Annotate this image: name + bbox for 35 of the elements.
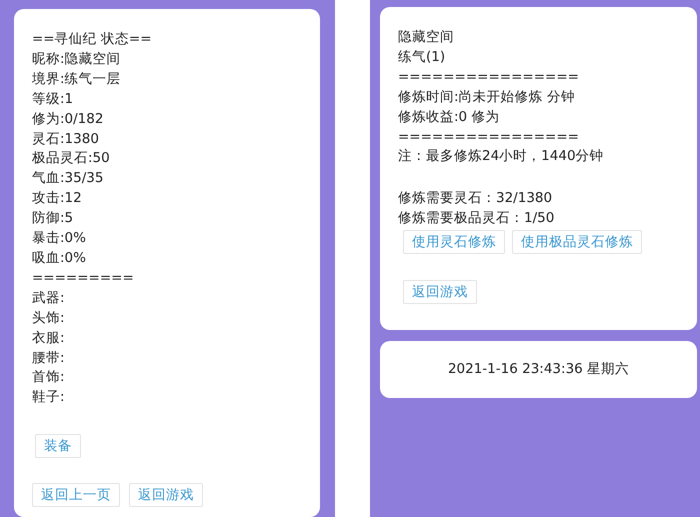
cultivation-line: 修炼收益:0 修为 bbox=[398, 108, 500, 127]
clock-text: 2021-1-16 23:43:36 星期六 bbox=[448, 360, 630, 379]
status-line: ========= bbox=[32, 268, 135, 288]
status-line: 防御:5 bbox=[32, 209, 74, 228]
cultivation-line: ================ bbox=[398, 128, 580, 147]
status-line: 暴击:0% bbox=[32, 229, 87, 248]
status-line: 衣服: bbox=[32, 328, 66, 348]
cultivation-line: ================ bbox=[398, 68, 580, 87]
status-line: ==寻仙纪 状态== bbox=[32, 30, 153, 49]
nav-button[interactable]: 返回游戏 bbox=[129, 483, 203, 508]
status-line: 头饰: bbox=[32, 308, 66, 328]
cultivate-button[interactable]: 使用极品灵石修炼 bbox=[512, 230, 642, 254]
cultivation-line: 练气(1) bbox=[398, 48, 446, 67]
status-line: 吸血:0% bbox=[32, 248, 87, 268]
cultivate-button[interactable]: 使用灵石修炼 bbox=[403, 230, 505, 254]
status-line: 气血:35/35 bbox=[32, 169, 104, 188]
cultivation-line: 隐藏空间 bbox=[398, 28, 455, 47]
cost-line: 修炼需要灵石：32/1380 bbox=[398, 189, 554, 208]
status-line: 昵称:隐藏空间 bbox=[32, 50, 122, 69]
cultivation-line: 修炼时间:尚未开始修炼 分钟 bbox=[398, 88, 576, 107]
status-line: 极品灵石:50 bbox=[32, 149, 111, 168]
cost-line: 修炼需要极品灵石：1/50 bbox=[398, 209, 556, 228]
status-line: 攻击:12 bbox=[32, 189, 83, 208]
status-line: 腰带: bbox=[32, 348, 66, 368]
cultivation-line: 注：最多修炼24小时，1440分钟 bbox=[398, 147, 605, 166]
nav-button[interactable]: 返回上一页 bbox=[32, 483, 120, 508]
status-line: 灵石:1380 bbox=[32, 130, 100, 149]
status-line: 修为:0/182 bbox=[32, 110, 104, 129]
back-button[interactable]: 返回游戏 bbox=[403, 280, 477, 304]
status-line: 首饰: bbox=[32, 368, 66, 388]
equip-button[interactable]: 装备 bbox=[35, 434, 81, 458]
status-line: 鞋子: bbox=[32, 388, 66, 408]
status-line: 等级:1 bbox=[32, 90, 74, 109]
status-line: 武器: bbox=[32, 288, 66, 308]
status-line: 境界:练气一层 bbox=[32, 70, 122, 89]
